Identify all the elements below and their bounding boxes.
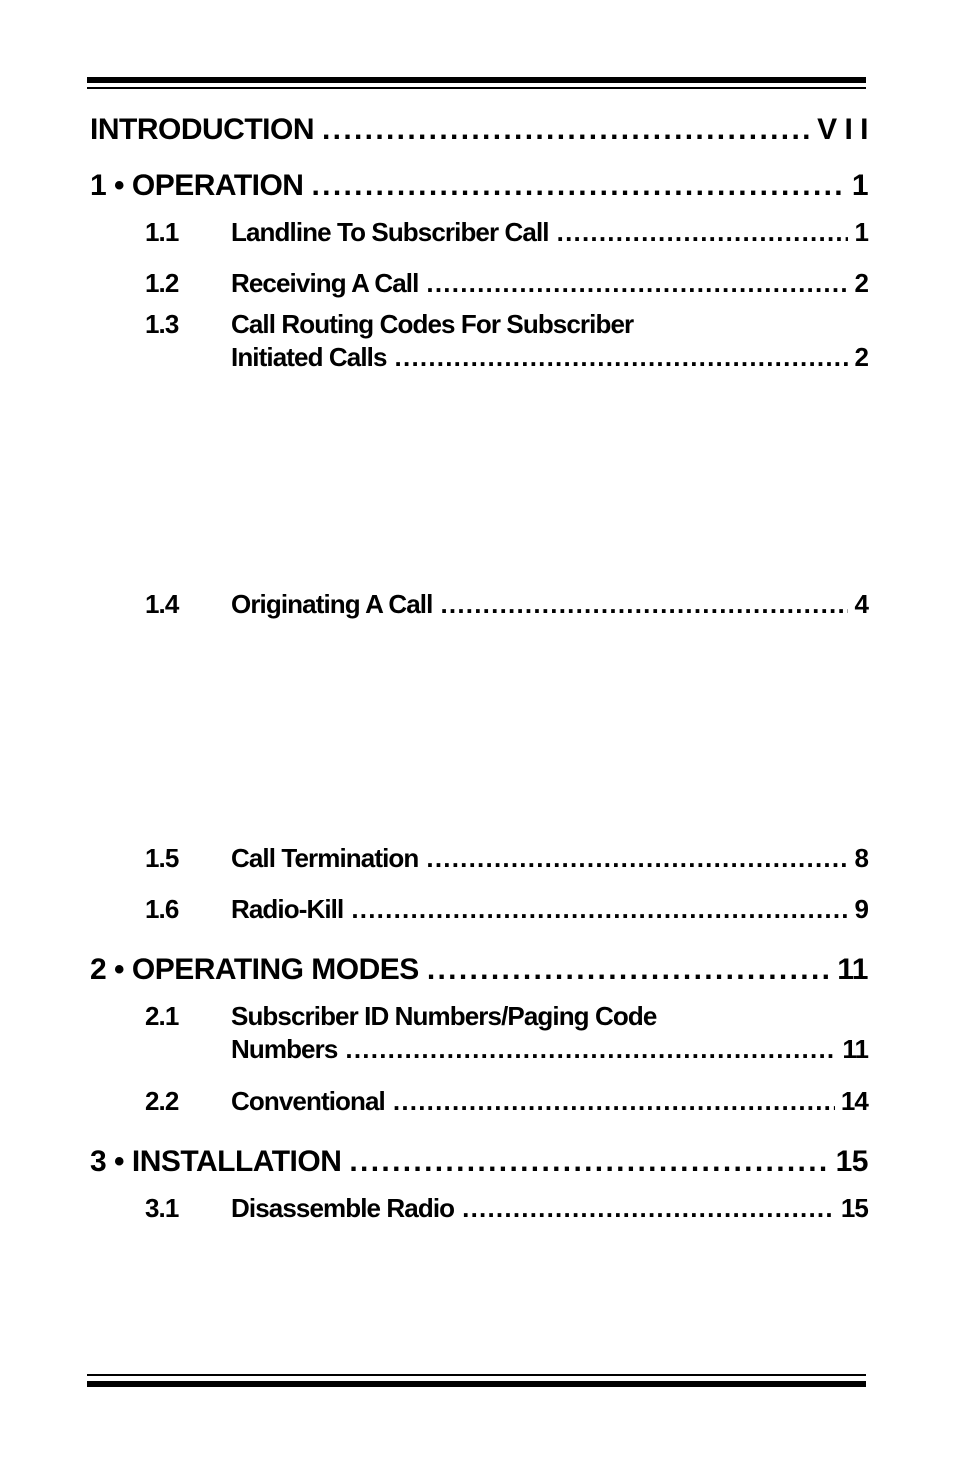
- section-number: 1.1: [145, 217, 179, 247]
- toc-section-2-1[interactable]: 2.1 Subscriber ID Numbers/Paging Code Nu…: [90, 1000, 869, 1066]
- toc-page: 15: [835, 1145, 869, 1178]
- toc-title: Conventional: [231, 1086, 386, 1116]
- toc-title: Receiving A Call: [231, 268, 419, 298]
- toc-section-1-2[interactable]: 1.2 Receiving A Call 2: [90, 267, 869, 300]
- toc-page: 4: [854, 589, 868, 619]
- section-number: 1.5: [145, 843, 179, 873]
- toc-page: 14: [840, 1086, 869, 1116]
- toc-page: 2: [854, 268, 868, 298]
- dot-leader: [426, 842, 848, 875]
- toc-page: 8: [854, 843, 868, 873]
- section-number: 1.4: [145, 589, 179, 619]
- toc-section-1-3[interactable]: 1.3 Call Routing Codes For Subscriber In…: [90, 308, 869, 374]
- section-number: 2.1: [145, 1001, 179, 1031]
- dot-leader: [395, 341, 849, 374]
- toc-title: INTRODUCTION: [90, 113, 314, 146]
- toc-section-1-4[interactable]: 1.4 Originating A Call 4: [90, 588, 869, 621]
- bottom-rule-thin: [87, 1374, 866, 1376]
- toc-section-2-2[interactable]: 2.2 Conventional 14: [90, 1085, 869, 1118]
- toc-title: Initiated Calls: [231, 342, 387, 372]
- dot-leader: [322, 112, 811, 148]
- toc-title: Landline To Subscriber Call: [231, 217, 550, 247]
- toc-section-3-1[interactable]: 3.1 Disassemble Radio 15: [90, 1192, 869, 1225]
- toc-title: Originating A Call: [231, 589, 433, 619]
- section-number: 1.2: [145, 268, 179, 298]
- dot-leader: [426, 267, 848, 300]
- toc-page: V I I: [817, 113, 868, 146]
- toc-chapter-2[interactable]: 2 • OPERATING MODES 11: [90, 952, 868, 988]
- dot-leader: [345, 1033, 836, 1066]
- toc-title: Numbers: [231, 1034, 338, 1064]
- toc-title: Call Termination: [231, 843, 419, 873]
- top-rule-thick: [87, 77, 866, 83]
- toc-chapter-3[interactable]: 3 • INSTALLATION 15: [90, 1144, 869, 1180]
- toc-page: 2: [854, 342, 868, 372]
- section-number: 3.1: [145, 1193, 179, 1223]
- toc-chapter-1[interactable]: 1 • OPERATION 1: [90, 168, 869, 204]
- dot-leader: [311, 168, 845, 204]
- section-number: 1.3: [145, 309, 179, 339]
- bottom-rule-thick: [87, 1381, 866, 1387]
- toc-title: 3 • INSTALLATION: [90, 1145, 342, 1178]
- toc-entry-introduction[interactable]: INTRODUCTION V I I: [90, 112, 868, 148]
- toc-page: 11: [837, 953, 868, 986]
- toc-page: 9: [854, 894, 868, 924]
- dot-leader: [427, 952, 831, 988]
- toc-title: 1 • OPERATION: [90, 169, 304, 202]
- toc-page: 15: [840, 1193, 869, 1223]
- dot-leader: [440, 588, 848, 621]
- toc-page: 11: [842, 1034, 869, 1064]
- toc-title-line1: Call Routing Codes For Subscriber: [231, 309, 634, 339]
- toc-page: 1: [854, 217, 868, 247]
- toc-section-1-6[interactable]: 1.6 Radio-Kill 9: [90, 893, 869, 926]
- dot-leader: [393, 1085, 835, 1118]
- dot-leader: [349, 1144, 829, 1180]
- top-rule-thin: [87, 87, 866, 89]
- section-number: 2.2: [145, 1086, 179, 1116]
- toc-page: 1: [851, 169, 869, 202]
- dot-leader: [557, 216, 849, 249]
- toc-title-line1: Subscriber ID Numbers/Paging Code: [231, 1001, 657, 1031]
- toc-title: Radio-Kill: [231, 894, 344, 924]
- toc-title: 2 • OPERATING MODES: [90, 953, 419, 986]
- toc-section-1-1[interactable]: 1.1 Landline To Subscriber Call 1: [90, 216, 869, 249]
- dot-leader: [462, 1192, 835, 1225]
- dot-leader: [351, 893, 848, 926]
- toc-title: Disassemble Radio: [231, 1193, 455, 1223]
- section-number: 1.6: [145, 894, 179, 924]
- toc-section-1-5[interactable]: 1.5 Call Termination 8: [90, 842, 869, 875]
